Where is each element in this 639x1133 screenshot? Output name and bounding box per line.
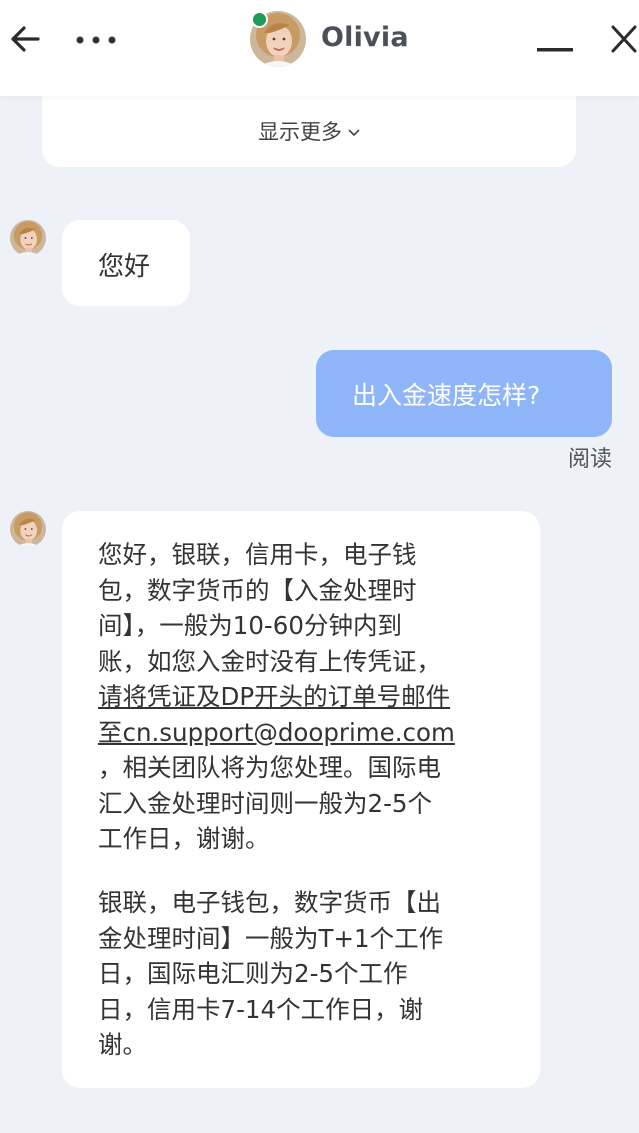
message-line: 间】，一般为10-60分钟内到: [98, 611, 402, 640]
agent-message-bubble: 您好，银联，信用卡，电子钱 包，数字货币的【入金处理时 间】，一般为10-60分…: [62, 511, 540, 1088]
message-line: 您好，银联，信用卡，电子钱: [98, 540, 417, 569]
agent-avatar: [250, 11, 306, 67]
agent-name: Olivia: [321, 22, 409, 53]
message-line: 账，如您入金时没有上传凭证，: [98, 646, 441, 676]
message-line: 日，信用卡7-14个工作日，谢: [98, 994, 424, 1024]
email-link[interactable]: 至cn.support@dooprime.com: [98, 715, 508, 751]
message-line: 金处理时间】一般为T+1个工作: [98, 923, 444, 953]
message-paragraph: 银联，电子钱包，数字货币【出 金处理时间】一般为T+1个工作 日，国际电汇则为2…: [98, 885, 508, 1063]
email-link-line[interactable]: 请将凭证及DP开头的订单号邮件: [98, 679, 508, 715]
show-more-button[interactable]: 显示更多: [42, 116, 576, 146]
read-status: 阅读: [567, 447, 612, 472]
message-text: 您好: [98, 252, 151, 282]
user-message-bubble: 出入金速度怎样?: [316, 350, 612, 437]
more-options-icon[interactable]: [74, 34, 118, 46]
close-icon[interactable]: [610, 24, 638, 54]
message-line: 工作日，谢谢。: [98, 824, 270, 853]
minimize-icon[interactable]: [537, 48, 573, 52]
message-paragraph: 您好，银联，信用卡，电子钱 包，数字货币的【入金处理时 间】，一般为10-60分…: [98, 537, 508, 857]
message-text: 出入金速度怎样?: [352, 381, 541, 410]
online-status-dot: [251, 11, 268, 28]
message-line: 包，数字货币的【入金处理时: [98, 575, 417, 605]
message-line: 日，国际电汇则为2-5个工作: [98, 959, 408, 988]
message-line: 谢。: [98, 1030, 147, 1059]
agent-avatar-small: [10, 220, 46, 256]
agent-message-bubble: 您好: [62, 220, 190, 306]
back-arrow-icon[interactable]: [8, 22, 42, 56]
message-line: 汇入金处理时间则一般为2-5个: [98, 788, 433, 818]
message-line: ，相关团队将为您处理。国际电: [98, 753, 441, 782]
chevron-down-icon: [348, 129, 360, 137]
agent-avatar-small: [10, 511, 46, 547]
chat-header: Olivia: [0, 0, 639, 96]
message-line: 银联，电子钱包，数字货币【出: [98, 888, 441, 917]
show-more-label: 显示更多: [258, 120, 342, 144]
